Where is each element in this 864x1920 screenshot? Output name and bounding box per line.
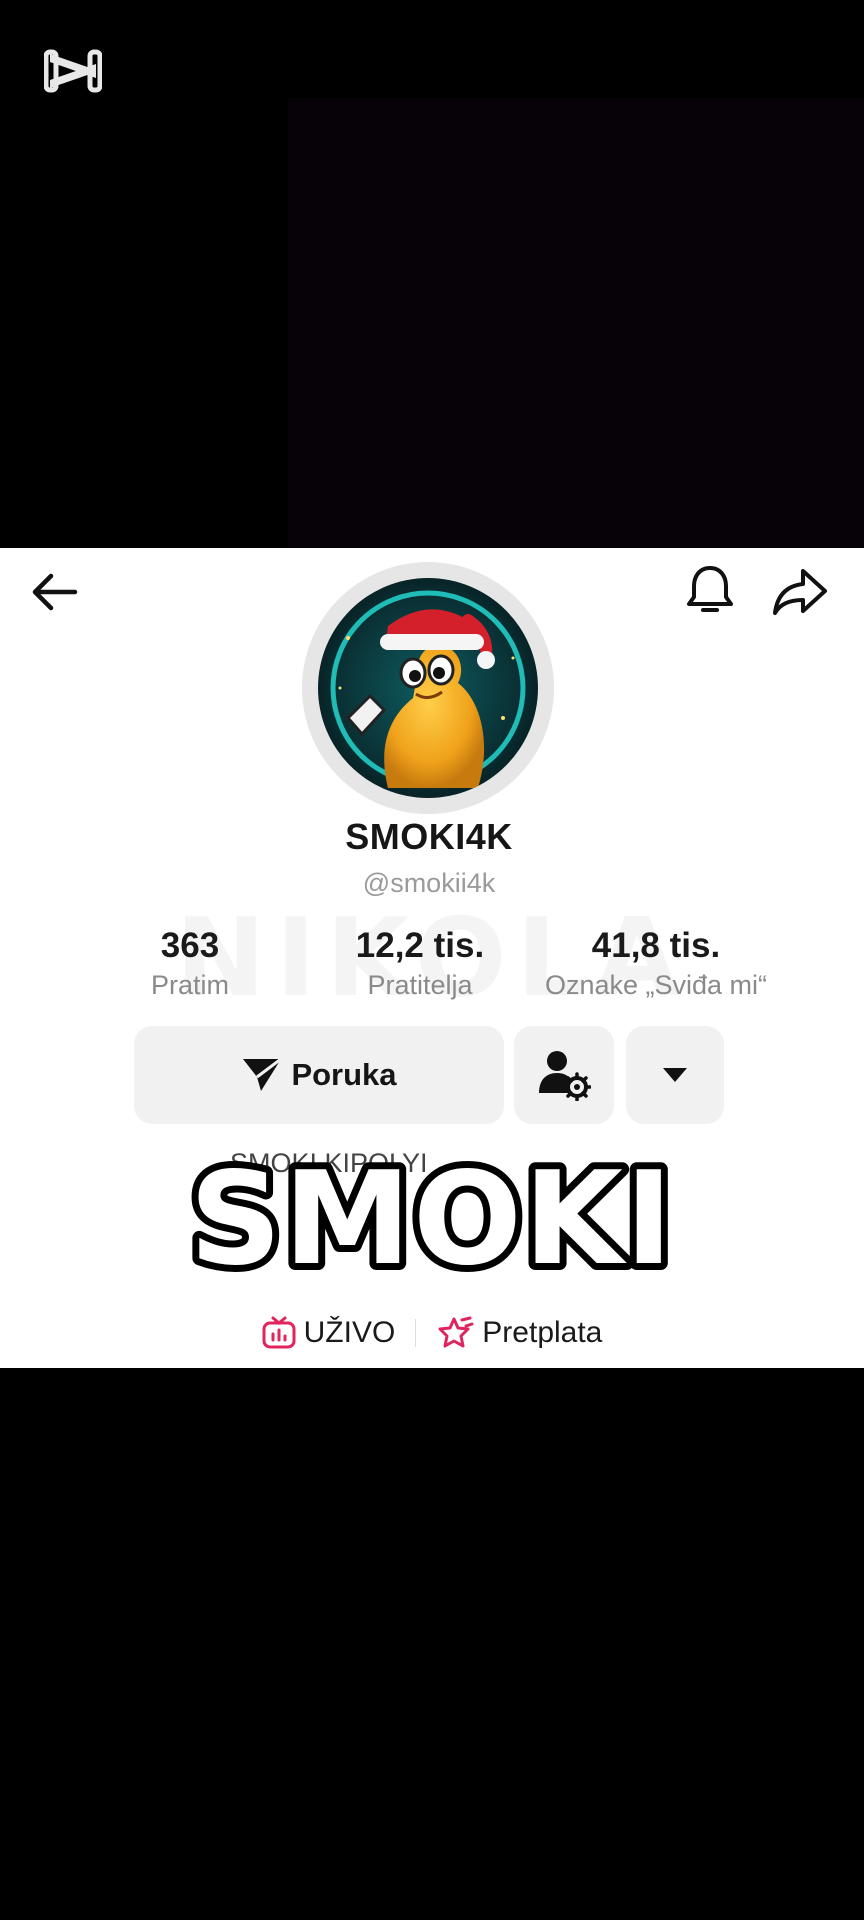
stat-following-value: 363 [160,926,220,965]
live-link[interactable]: UŽIVO [262,1316,396,1350]
capcut-logo-icon [43,48,103,94]
more-options-button[interactable] [626,1026,724,1124]
video-frame: SMOKI4K @smokii4k NIKOLA 363 Pratim 12,2… [0,0,864,1920]
stat-following[interactable]: 363 Pratim [130,924,250,1002]
bottom-video-area [0,1368,864,1920]
caret-down-icon [663,1068,687,1082]
stat-likes-label: Oznake „Sviđa mi“ [544,970,768,1000]
avatar [318,578,538,798]
back-button[interactable] [26,566,82,618]
stat-followers-label: Pratitelja [367,970,473,1000]
subscription-link[interactable]: Pretplata [436,1316,602,1350]
profile-links: UŽIVO Pretplata [0,1308,864,1358]
notifications-button[interactable] [680,560,740,622]
subscription-link-label: Pretplata [482,1316,603,1349]
subscription-star-icon [438,1316,474,1348]
arrow-left-icon [32,573,78,611]
top-video-area [0,0,864,548]
caption-text: SMOKI [189,1148,674,1288]
link-divider [415,1319,417,1347]
user-settings-button[interactable] [514,1026,614,1124]
share-button[interactable] [768,562,832,622]
avatar-ring[interactable] [302,562,554,814]
dark-overlay-region [288,98,864,548]
stat-followers-value: 12,2 tis. [355,926,485,965]
share-arrow-icon [773,569,827,615]
message-button-label: Poruka [291,1057,397,1092]
stat-likes[interactable]: 41,8 tis. Oznake „Sviđa mi“ [528,924,784,1002]
stat-followers[interactable]: 12,2 tis. Pratitelja [330,924,510,1002]
bell-icon [687,566,733,612]
send-icon [243,1057,283,1091]
message-button[interactable]: Poruka [134,1026,504,1124]
display-name: SMOKI4K [345,816,513,857]
stat-likes-value: 41,8 tis. [591,926,721,965]
user-gear-icon [539,1051,591,1101]
live-link-label: UŽIVO [303,1316,396,1349]
profile-handle: @smokii4k [362,868,496,898]
stat-following-label: Pratim [150,970,229,1000]
video-caption: SMOKI [0,1138,864,1301]
live-tv-icon [262,1316,296,1349]
